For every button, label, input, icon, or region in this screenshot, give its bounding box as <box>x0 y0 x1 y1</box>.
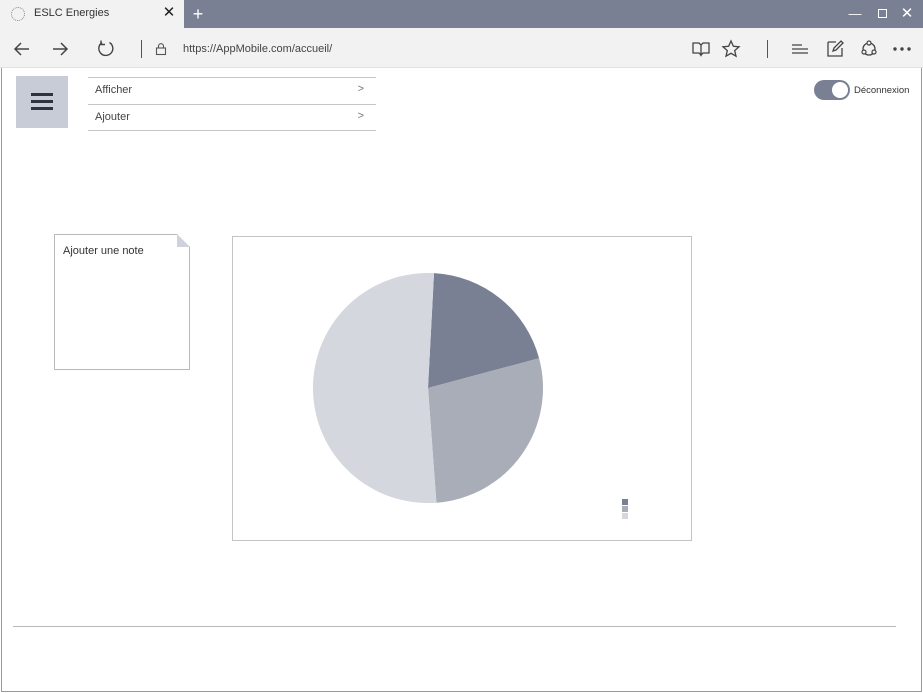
menu-item-ajouter[interactable]: Ajouter > <box>88 104 376 131</box>
toggle-knob <box>832 82 848 98</box>
toolbar-divider <box>767 40 768 58</box>
menu-item-afficher[interactable]: Afficher > <box>88 77 376 104</box>
hub-lines-icon <box>792 44 808 54</box>
pen-note-icon <box>827 40 844 57</box>
browser-tab[interactable]: ESLC Energies ✕ <box>0 0 184 28</box>
footer-divider <box>13 626 896 627</box>
reading-view-button[interactable] <box>690 38 712 60</box>
back-button[interactable] <box>11 38 33 60</box>
close-window-button[interactable]: ✕ <box>896 4 918 24</box>
chevron-right-icon: > <box>357 110 364 122</box>
pie-chart-panel <box>232 236 692 541</box>
share-button[interactable] <box>858 38 880 60</box>
legend-swatch-3 <box>622 513 628 519</box>
address-bar[interactable]: https://AppMobile.com/accueil/ <box>183 43 332 55</box>
more-options-button[interactable] <box>891 38 913 60</box>
hamburger-icon <box>31 93 53 96</box>
browser-navigation-bar: https://AppMobile.com/accueil/ <box>0 28 923 68</box>
forward-arrow-icon <box>53 42 69 56</box>
book-icon <box>692 42 710 57</box>
ellipsis-icon <box>893 47 911 51</box>
chevron-right-icon: > <box>357 83 364 95</box>
main-menu: Afficher > Ajouter > <box>88 77 376 131</box>
browser-title-bar: ESLC Energies ✕ + — ✕ <box>0 0 923 28</box>
toolbar-divider <box>141 40 142 58</box>
maximize-icon <box>877 9 887 19</box>
star-icon <box>721 39 741 58</box>
maximize-window-button[interactable] <box>871 4 893 24</box>
hamburger-icon-line <box>31 107 53 110</box>
minimize-window-button[interactable]: — <box>844 4 866 24</box>
web-note-button[interactable] <box>824 38 846 60</box>
hamburger-icon-line <box>31 100 53 103</box>
tab-title: ESLC Energies <box>34 7 110 19</box>
logout-label: Déconnexion <box>854 85 910 96</box>
refresh-icon <box>98 40 114 57</box>
new-tab-button[interactable]: + <box>189 3 207 25</box>
close-tab-icon[interactable]: ✕ <box>161 5 177 21</box>
lock-icon <box>154 42 168 56</box>
hub-button[interactable] <box>789 38 811 60</box>
logout-toggle[interactable] <box>814 80 850 100</box>
legend-swatch-2 <box>622 506 628 512</box>
menu-item-label: Ajouter <box>95 111 130 123</box>
forward-button[interactable] <box>49 38 71 60</box>
page-favicon-icon <box>11 7 25 21</box>
favorite-button[interactable] <box>720 38 742 60</box>
note-card[interactable]: Ajouter une note <box>54 234 190 370</box>
share-icon <box>861 40 877 56</box>
pie-chart <box>312 273 628 519</box>
refresh-button[interactable] <box>95 38 117 60</box>
note-placeholder: Ajouter une note <box>63 245 144 257</box>
back-arrow-icon <box>13 42 29 56</box>
hamburger-menu-button[interactable] <box>16 76 68 128</box>
legend-swatch-1 <box>622 499 628 505</box>
pie-slice-3 <box>312 273 437 504</box>
menu-item-label: Afficher <box>95 84 133 96</box>
